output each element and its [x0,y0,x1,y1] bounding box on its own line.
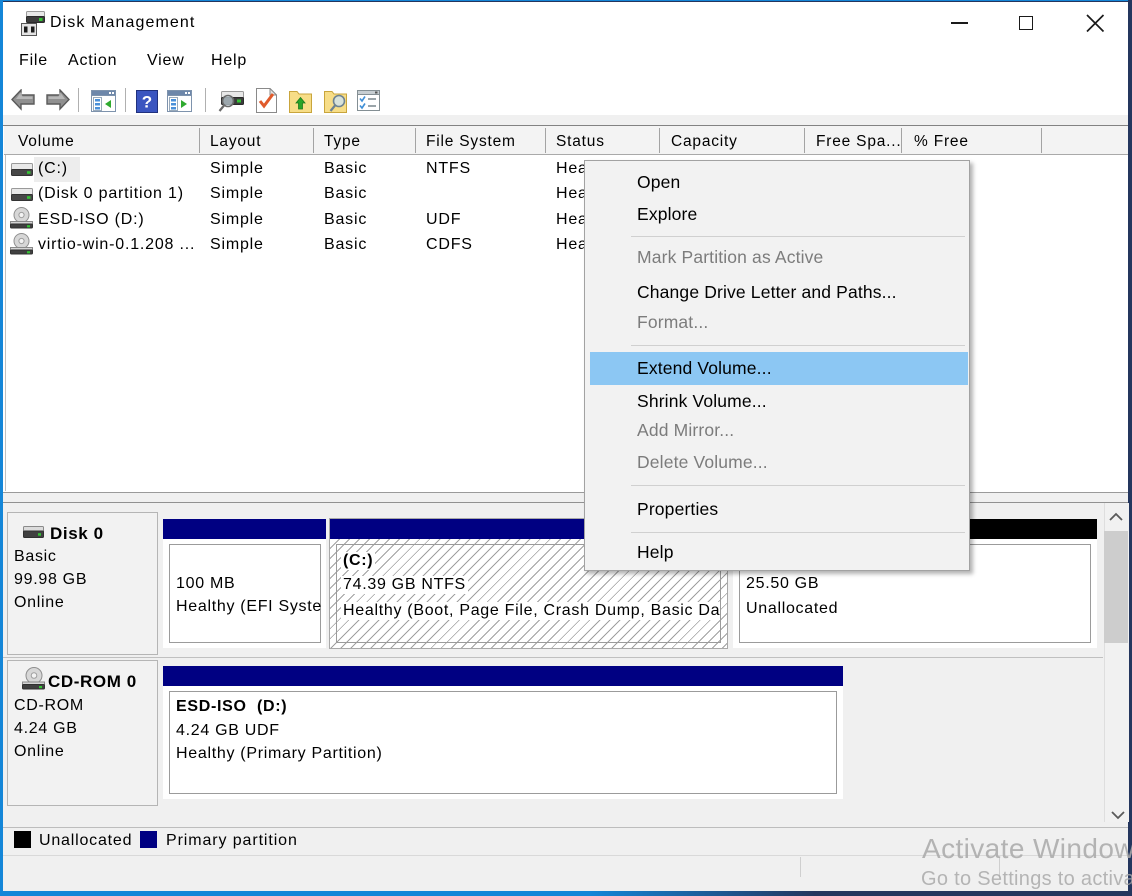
svg-text:?: ? [142,93,152,112]
